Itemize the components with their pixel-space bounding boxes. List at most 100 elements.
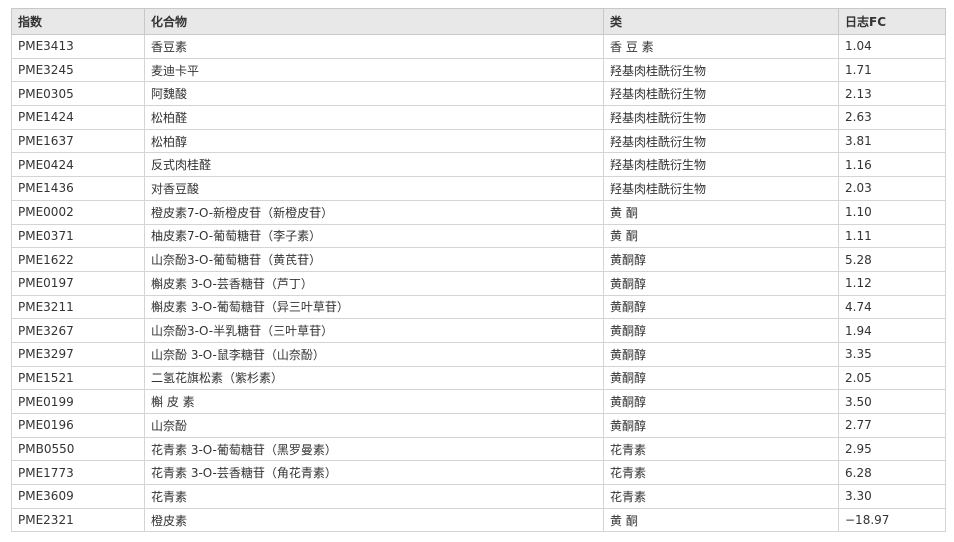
cell-index: PME2321 xyxy=(11,507,145,533)
cell-compound: 反式肉桂醛 xyxy=(144,152,604,178)
table-row: PME3413 香豆素香 豆 素 1.04 xyxy=(11,34,946,59)
cell-index: PME0199 xyxy=(11,389,145,414)
cell-log-fc: 1.12 xyxy=(838,270,946,296)
cell-index: PME0424 xyxy=(11,152,145,178)
cell-class: 黄酮醇 xyxy=(603,294,839,320)
cell-log-fc: 3.50 xyxy=(838,389,946,414)
cell-index: PMB0550 xyxy=(11,436,145,462)
cell-log-fc: 3.35 xyxy=(838,341,946,367)
cell-compound: 山奈酚 xyxy=(144,413,604,438)
cell-compound: 花青素 3-O-葡萄糖苷（黑罗曼素） xyxy=(144,436,604,462)
cell-class: 羟基肉桂酰衍生物 xyxy=(603,128,839,154)
table-row: PME0197 槲皮素 3-O-芸香糖苷（芦丁） 黄酮醇 1.12 xyxy=(11,270,946,296)
cell-compound: 二氢花旗松素（紫杉素） xyxy=(144,365,604,391)
cell-compound: 槲皮素 3-O-芸香糖苷（芦丁） xyxy=(144,270,604,296)
table-header-row: 指数 化合物 类 日志FC xyxy=(11,8,946,35)
cell-class: 羟基肉桂酰衍生物 xyxy=(603,176,839,201)
cell-log-fc: 5.28 xyxy=(838,247,946,272)
cell-class: 羟基肉桂酰衍生物 xyxy=(603,105,839,130)
cell-class: 香 豆 素 xyxy=(603,34,839,59)
cell-index: PME0002 xyxy=(11,199,145,225)
cell-log-fc: 1.94 xyxy=(838,318,946,343)
table-row: PME3245 麦迪卡平 羟基肉桂酰衍生物 1.71 xyxy=(11,57,946,83)
cell-log-fc: 1.71 xyxy=(838,57,946,83)
cell-compound: 山奈酚 3-O-鼠李糖苷（山奈酚） xyxy=(144,341,604,367)
cell-index: PME0196 xyxy=(11,413,145,438)
cell-class: 羟基肉桂酰衍生物 xyxy=(603,152,839,178)
cell-class: 黄酮醇 xyxy=(603,389,839,414)
cell-compound: 橙皮素 xyxy=(144,507,604,533)
cell-compound: 对香豆酸 xyxy=(144,176,604,201)
table-row: PME3211 槲皮素 3-O-葡萄糖苷（异三叶草苷） 黄酮醇 4.74 xyxy=(11,294,946,320)
column-header-log-fc: 日志FC xyxy=(838,8,946,35)
cell-index: PME0197 xyxy=(11,270,145,296)
cell-index: PME1622 xyxy=(11,247,145,272)
cell-class: 花青素 xyxy=(603,460,839,486)
column-header-compound: 化合物 xyxy=(144,8,604,35)
cell-class: 羟基肉桂酰衍生物 xyxy=(603,57,839,83)
cell-index: PME3211 xyxy=(11,294,145,320)
cell-log-fc: 4.74 xyxy=(838,294,946,320)
cell-log-fc: 2.05 xyxy=(838,365,946,391)
cell-class: 黄酮醇 xyxy=(603,413,839,438)
cell-class: 黄酮醇 xyxy=(603,318,839,343)
cell-index: PME1424 xyxy=(11,105,145,130)
cell-log-fc: 6.28 xyxy=(838,460,946,486)
table-row: PME0371 柚皮素7-O-葡萄糖苷（李子素）黄 酮 1.11 xyxy=(11,223,946,249)
table-row: PME1622 山奈酚3-O-葡萄糖苷（黄芪苷） 黄酮醇 5.28 xyxy=(11,247,946,272)
cell-class: 黄 酮 xyxy=(603,199,839,225)
cell-index: PME3267 xyxy=(11,318,145,343)
cell-index: PME0305 xyxy=(11,81,145,107)
column-header-index: 指数 xyxy=(11,8,145,35)
cell-log-fc: 3.30 xyxy=(838,484,946,509)
table-row: PMB0550 花青素 3-O-葡萄糖苷（黑罗曼素） 花青素 2.95 xyxy=(11,436,946,462)
cell-class: 黄酮醇 xyxy=(603,247,839,272)
data-table-container: 指数 化合物 类 日志FC PME3413 香豆素香 豆 素 1.04 PME3245… xyxy=(11,8,946,533)
table-row: PME0002 橙皮素7-O-新橙皮苷（新橙皮苷）黄 酮 1.10 xyxy=(11,199,946,225)
table-row: PME0196 山奈酚 黄酮醇 2.77 xyxy=(11,413,946,438)
table-row: PME1521 二氢花旗松素（紫杉素） 黄酮醇 2.05 xyxy=(11,365,946,391)
cell-compound: 槲 皮 素 xyxy=(144,389,604,414)
cell-index: PME0371 xyxy=(11,223,145,249)
cell-compound: 花青素 xyxy=(144,484,604,509)
cell-index: PME1773 xyxy=(11,460,145,486)
cell-compound: 松柏醛 xyxy=(144,105,604,130)
cell-log-fc: 3.81 xyxy=(838,128,946,154)
cell-log-fc: 2.63 xyxy=(838,105,946,130)
cell-index: PME3297 xyxy=(11,341,145,367)
compound-table: 指数 化合物 类 日志FC PME3413 香豆素香 豆 素 1.04 PME3245… xyxy=(11,8,946,533)
column-header-class: 类 xyxy=(603,8,839,35)
table-row: PME1436 对香豆酸 羟基肉桂酰衍生物 2.03 xyxy=(11,176,946,201)
cell-compound: 山奈酚3-O-葡萄糖苷（黄芪苷） xyxy=(144,247,604,272)
cell-log-fc: 1.04 xyxy=(838,34,946,59)
cell-compound: 阿魏酸 xyxy=(144,81,604,107)
cell-class: 黄 酮 xyxy=(603,223,839,249)
cell-compound: 槲皮素 3-O-葡萄糖苷（异三叶草苷） xyxy=(144,294,604,320)
table-row: PME0199 槲 皮 素黄酮醇 3.50 xyxy=(11,389,946,414)
cell-index: PME1436 xyxy=(11,176,145,201)
table-row: PME3267 山奈酚3-O-半乳糖苷（三叶草苷） 黄酮醇 1.94 xyxy=(11,318,946,343)
cell-class: 黄酮醇 xyxy=(603,341,839,367)
cell-index: PME3609 xyxy=(11,484,145,509)
cell-log-fc: 2.77 xyxy=(838,413,946,438)
cell-class: 花青素 xyxy=(603,484,839,509)
table-row: PME1773 花青素 3-O-芸香糖苷（角花青素） 花青素 6.28 xyxy=(11,460,946,486)
table-body: PME3413 香豆素香 豆 素 1.04 PME3245 麦迪卡平 羟基肉桂酰衍生物 1.… xyxy=(11,34,946,533)
cell-index: PME1637 xyxy=(11,128,145,154)
cell-log-fc: 2.03 xyxy=(838,176,946,201)
cell-class: 黄酮醇 xyxy=(603,270,839,296)
table-row: PME3609 花青素 花青素 3.30 xyxy=(11,484,946,509)
cell-compound: 松柏醇 xyxy=(144,128,604,154)
table-row: PME0424 反式肉桂醛 羟基肉桂酰衍生物 1.16 xyxy=(11,152,946,178)
table-row: PME2321 橙皮素黄 酮 −18.97 xyxy=(11,507,946,533)
cell-compound: 麦迪卡平 xyxy=(144,57,604,83)
cell-index: PME1521 xyxy=(11,365,145,391)
cell-class: 黄 酮 xyxy=(603,507,839,533)
table-row: PME3297 山奈酚 3-O-鼠李糖苷（山奈酚） 黄酮醇 3.35 xyxy=(11,341,946,367)
cell-class: 羟基肉桂酰衍生物 xyxy=(603,81,839,107)
table-row: PME1424 松柏醛 羟基肉桂酰衍生物 2.63 xyxy=(11,105,946,130)
cell-log-fc: 2.95 xyxy=(838,436,946,462)
cell-log-fc: 2.13 xyxy=(838,81,946,107)
cell-index: PME3413 xyxy=(11,34,145,59)
cell-class: 黄酮醇 xyxy=(603,365,839,391)
